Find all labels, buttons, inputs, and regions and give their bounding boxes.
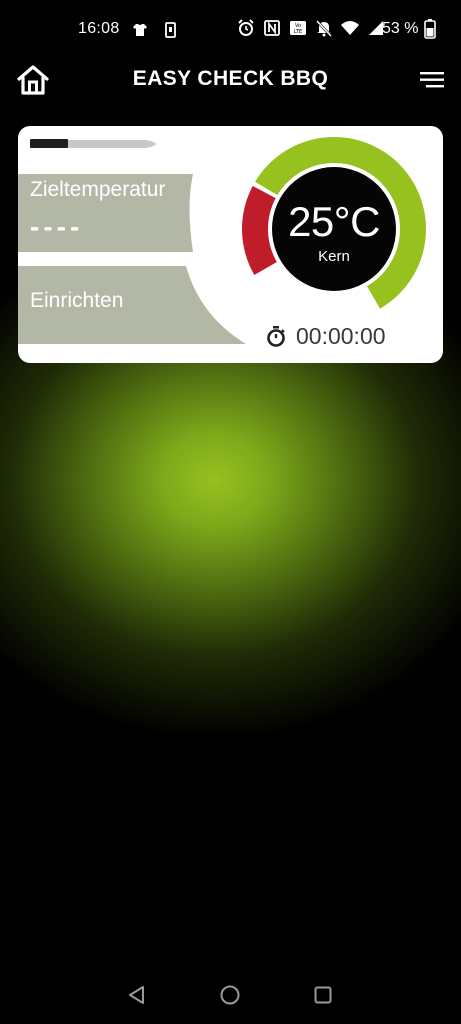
status-right-icons: Vo LTE bbox=[236, 18, 386, 38]
status-time: 16:08 bbox=[78, 20, 120, 37]
mute-icon bbox=[316, 20, 332, 37]
recents-icon[interactable] bbox=[313, 985, 333, 1005]
volte-icon: Vo LTE bbox=[290, 21, 306, 35]
menu-icon[interactable] bbox=[418, 68, 446, 92]
back-icon[interactable] bbox=[126, 984, 148, 1006]
setup-label: Einrichten bbox=[30, 289, 124, 312]
core-temperature-label: Kern bbox=[318, 248, 350, 265]
navigation-bar bbox=[0, 970, 461, 1024]
svg-text:LTE: LTE bbox=[294, 29, 302, 35]
probe-icon bbox=[30, 139, 156, 148]
wifi-icon bbox=[341, 21, 359, 35]
core-temperature-value: 25°C bbox=[288, 198, 380, 245]
nfc-icon bbox=[264, 20, 280, 36]
app-bar: EASY CHECK BBQ bbox=[0, 58, 461, 102]
home-circle-icon[interactable] bbox=[219, 984, 241, 1006]
probe-card[interactable]: Zieltemperatur ---- Einrichten 25°C Kern… bbox=[18, 126, 443, 363]
app-title: EASY CHECK BBQ bbox=[132, 67, 329, 90]
timer-value: 00:00:00 bbox=[296, 323, 386, 349]
alarm-icon bbox=[238, 19, 254, 36]
tshirt-icon bbox=[133, 24, 147, 36]
battery-percent: 53 % bbox=[382, 20, 419, 37]
stopwatch-icon bbox=[267, 326, 285, 347]
status-bar: 16:08 Vo LTE 53 % bbox=[0, 0, 461, 58]
battery-icon bbox=[424, 19, 436, 39]
target-temperature-label: Zieltemperatur bbox=[30, 178, 166, 201]
target-temperature-value: ---- bbox=[30, 211, 84, 242]
status-left-icons bbox=[130, 20, 180, 40]
sim-icon bbox=[165, 22, 176, 38]
